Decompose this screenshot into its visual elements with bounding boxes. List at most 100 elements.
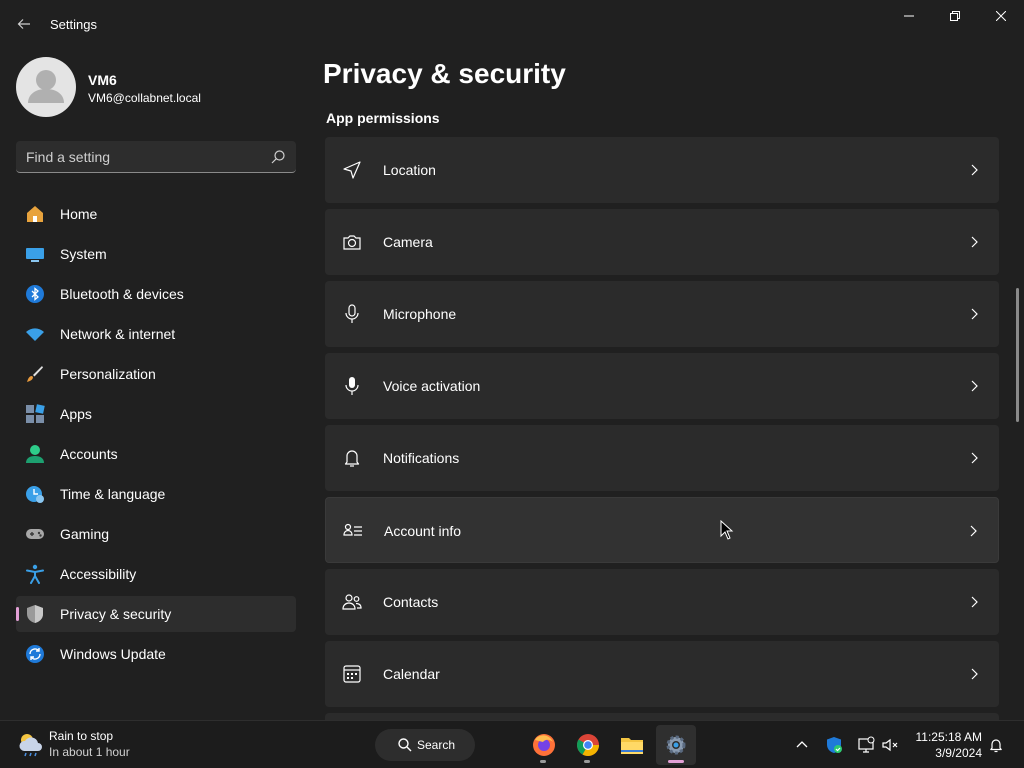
permission-camera[interactable]: Camera xyxy=(325,209,999,275)
sidebar-item-gaming[interactable]: Gaming xyxy=(16,516,296,552)
apps-icon xyxy=(25,404,45,424)
content-scrollbar[interactable] xyxy=(1016,288,1019,422)
location-icon xyxy=(341,159,363,181)
search-input[interactable] xyxy=(26,141,266,172)
search-icon[interactable] xyxy=(270,149,286,165)
close-button[interactable] xyxy=(978,0,1024,32)
sidebar-item-label: Privacy & security xyxy=(60,606,172,622)
user-name: VM6 xyxy=(88,72,117,88)
permission-microphone[interactable]: Microphone xyxy=(325,281,999,347)
notification-bell-icon xyxy=(990,739,1002,753)
permission-label: Contacts xyxy=(383,594,439,610)
show-hidden-icons-button[interactable] xyxy=(790,733,814,757)
sidebar-item-label: System xyxy=(60,246,107,262)
weather-subtitle: In about 1 hour xyxy=(49,745,130,759)
tray-windows-security[interactable] xyxy=(822,733,846,757)
page-title: Privacy & security xyxy=(323,58,566,89)
taskbar-app-chrome[interactable] xyxy=(568,725,608,765)
sidebar-item-home[interactable]: Home xyxy=(16,196,296,232)
firefox-icon xyxy=(533,734,555,756)
sidebar-item-system[interactable]: System xyxy=(16,236,296,272)
minimize-icon xyxy=(904,15,914,17)
accessibility-icon xyxy=(25,564,45,584)
account-info-icon xyxy=(342,520,364,542)
sidebar-item-accounts[interactable]: Accounts xyxy=(16,436,296,472)
back-button[interactable] xyxy=(8,8,40,40)
permission-next-partial[interactable] xyxy=(325,713,999,720)
close-icon xyxy=(996,11,1006,21)
permission-label: Camera xyxy=(383,234,433,250)
minimize-button[interactable] xyxy=(886,0,932,32)
accounts-icon xyxy=(25,444,45,464)
sidebar-item-personalization[interactable]: Personalization xyxy=(16,356,296,392)
chevron-right-icon xyxy=(971,236,978,248)
contacts-icon xyxy=(341,591,363,613)
sidebar-item-bluetooth[interactable]: Bluetooth & devices xyxy=(16,276,296,312)
running-indicator xyxy=(668,760,684,763)
search-box[interactable] xyxy=(16,141,296,173)
shield-icon xyxy=(25,604,45,624)
chevron-right-icon xyxy=(971,308,978,320)
running-indicator xyxy=(540,760,546,763)
permission-label: Account info xyxy=(384,523,462,539)
clock-date: 3/9/2024 xyxy=(935,746,982,760)
notifications-button[interactable] xyxy=(984,733,1008,757)
gamepad-icon xyxy=(25,524,45,544)
permission-label: Microphone xyxy=(383,306,457,322)
network-status-icon xyxy=(858,736,875,753)
permission-calendar[interactable]: Calendar xyxy=(325,641,999,707)
permission-account-info[interactable]: Account info xyxy=(325,497,999,563)
permission-location[interactable]: Location xyxy=(325,137,999,203)
settings-icon xyxy=(666,735,686,755)
permission-label: Voice activation xyxy=(383,378,481,394)
chevron-up-icon xyxy=(796,741,808,748)
tray-volume[interactable] xyxy=(878,733,902,757)
permission-notifications[interactable]: Notifications xyxy=(325,425,999,491)
sidebar-item-windows-update[interactable]: Windows Update xyxy=(16,636,296,672)
chevron-right-icon xyxy=(971,596,978,608)
clock-time: 11:25:18 AM xyxy=(915,730,983,744)
permission-label: Notifications xyxy=(383,450,460,466)
taskbar-search-label: Search xyxy=(417,738,456,752)
chrome-icon xyxy=(577,734,599,756)
taskbar: Rain to stop In about 1 hour Search 11:2… xyxy=(0,720,1024,768)
taskbar-app-firefox[interactable] xyxy=(524,725,564,765)
taskbar-search-button[interactable]: Search xyxy=(375,729,475,761)
sidebar-item-label: Apps xyxy=(60,406,92,422)
sidebar-item-privacy-security[interactable]: Privacy & security xyxy=(16,596,296,632)
sidebar-item-label: Accounts xyxy=(60,446,118,462)
sidebar-nav: Home System Bluetooth & devices Network … xyxy=(16,196,296,676)
sidebar-item-label: Personalization xyxy=(60,366,156,382)
sidebar-item-label: Time & language xyxy=(60,486,166,502)
permission-voice-activation[interactable]: Voice activation xyxy=(325,353,999,419)
avatar[interactable] xyxy=(16,57,76,117)
microphone-icon xyxy=(341,303,363,325)
taskbar-app-file-explorer[interactable] xyxy=(612,725,652,765)
security-shield-icon xyxy=(827,737,842,753)
sidebar-item-label: Windows Update xyxy=(60,646,166,662)
permission-label: Location xyxy=(383,162,436,178)
system-icon xyxy=(25,244,45,264)
user-avatar-icon xyxy=(28,70,64,103)
tray-network[interactable] xyxy=(854,733,878,757)
sidebar-item-label: Network & internet xyxy=(60,326,176,342)
update-icon xyxy=(25,644,45,664)
camera-icon xyxy=(341,231,363,253)
sidebar-item-accessibility[interactable]: Accessibility xyxy=(16,556,296,592)
user-email: VM6@collabnet.local xyxy=(88,91,201,105)
sidebar-item-apps[interactable]: Apps xyxy=(16,396,296,432)
sidebar-item-network[interactable]: Network & internet xyxy=(16,316,296,352)
wifi-icon xyxy=(25,324,45,344)
permissions-list: Location Camera Microphone Voice activat… xyxy=(325,137,999,720)
sidebar-item-label: Home xyxy=(60,206,98,222)
time-language-icon xyxy=(25,484,45,504)
sidebar-item-label: Bluetooth & devices xyxy=(60,286,184,302)
permission-contacts[interactable]: Contacts xyxy=(325,569,999,635)
weather-rain-icon xyxy=(19,734,42,757)
sidebar-item-time-language[interactable]: Time & language xyxy=(16,476,296,512)
sidebar-item-label: Gaming xyxy=(60,526,110,542)
sidebar-item-label: Accessibility xyxy=(60,566,137,582)
restore-button[interactable] xyxy=(932,0,978,32)
chevron-right-icon xyxy=(971,164,978,176)
taskbar-app-settings[interactable] xyxy=(656,725,696,765)
